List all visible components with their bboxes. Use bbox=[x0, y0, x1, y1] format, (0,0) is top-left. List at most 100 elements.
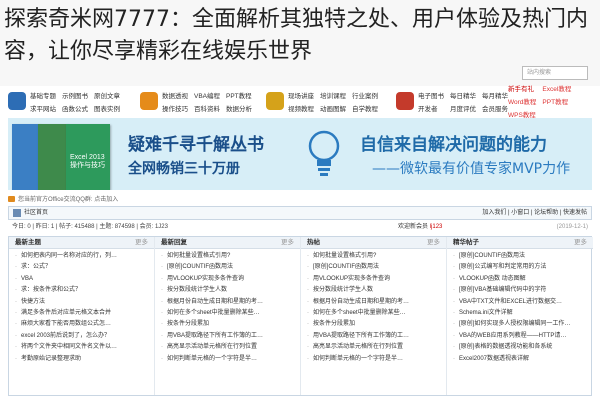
thread-link[interactable]: 求：公式？ bbox=[15, 262, 154, 273]
column-header: 最新回复 更多 bbox=[155, 237, 300, 249]
thread-link[interactable]: 按条件分段累加 bbox=[307, 319, 446, 330]
nav-link[interactable]: VBA编程 bbox=[194, 90, 220, 100]
promo-banner[interactable]: Excel 2013操作与技巧 疑难千寻千解丛书 全网畅销三十万册 自信来自解决… bbox=[8, 118, 592, 190]
nav-link[interactable]: 求平网站 bbox=[30, 103, 56, 113]
thread-link[interactable]: [原创]如何实现多人授权限编辑同一工作… bbox=[453, 319, 593, 330]
nav-link[interactable]: Word教程 bbox=[508, 96, 536, 106]
thread-link[interactable]: 用VBA提取路径下所有工作簿的工… bbox=[307, 331, 446, 342]
thread-link[interactable]: 考勤原始记录整理求助 bbox=[15, 354, 154, 365]
thread-link[interactable]: 用VBA提取路径下所有工作簿的工… bbox=[161, 331, 300, 342]
forum-stats: 今日: 0 | 昨日: 1 | 帖子: 415488 | 主题: 874598 … bbox=[8, 221, 592, 233]
thread-link[interactable]: 按分数段统计学生人数 bbox=[161, 285, 300, 296]
thread-link[interactable]: [原创]表格的数据透视功能和各系统 bbox=[453, 342, 593, 353]
thread-link[interactable]: 用VLOOKUP实现多条件查询 bbox=[307, 274, 446, 285]
thread-link[interactable]: 如何批量设置格式引用? bbox=[307, 251, 446, 262]
thread-link[interactable]: 根据月份自动生成日期和星期的考… bbox=[307, 297, 446, 308]
thread-link[interactable]: 用VLOOKUP实现多条件查询 bbox=[161, 274, 300, 285]
nav-link[interactable]: 示例图书 bbox=[62, 90, 88, 100]
thread-link[interactable]: 麻烦大家看下能否用数组公式怎… bbox=[15, 319, 154, 330]
thread-link[interactable]: 如何判断单元格的一个字符是半… bbox=[307, 354, 446, 365]
column-title: 精华帖子 bbox=[453, 239, 479, 246]
nav-link[interactable]: 行业案例 bbox=[352, 90, 378, 100]
nav-link[interactable]: 开发者 bbox=[418, 103, 444, 113]
thread-link[interactable]: [原创]COUNTIF函数用法 bbox=[307, 262, 446, 273]
thread-link[interactable]: VBA的WEB应用系列教程——HTTP请… bbox=[453, 331, 593, 342]
banner-tagline: ——微软最有价值专家MVP力作 bbox=[372, 161, 571, 177]
new-member: 欢迎新会员 lj123 bbox=[398, 221, 442, 233]
new-member-name[interactable]: lj123 bbox=[430, 224, 443, 230]
column-header: 精华帖子 更多 bbox=[447, 237, 593, 249]
column-title: 最新主题 bbox=[15, 239, 41, 246]
thread-link[interactable]: excel 2003前后说到了，怎么办？ bbox=[15, 331, 154, 342]
nav-link[interactable]: 自学教程 bbox=[352, 103, 378, 113]
nav-link[interactable]: 百科资料 bbox=[194, 103, 220, 113]
column-header: 热帖 更多 bbox=[301, 237, 446, 249]
more-link[interactable]: 更多 bbox=[281, 237, 294, 249]
thread-link[interactable]: 高亮显示活动单元格所在行列位置 bbox=[161, 342, 300, 353]
home-icon[interactable] bbox=[13, 209, 21, 217]
nav-link[interactable]: 动画图解 bbox=[320, 103, 346, 113]
nav-link[interactable]: 数据透视 bbox=[162, 90, 188, 100]
nav-group-4: 电子图书 每日精华 每月精华 开发者 月度评优 会员服务 bbox=[396, 88, 508, 114]
banner-title: 疑难千寻千解丛书 bbox=[128, 135, 264, 155]
featured-column: 精华帖子更多 [原创]COUNTIF函数用法 [原创]公式编写和判定常用的方法 … bbox=[447, 237, 593, 395]
nav-link[interactable]: 视频教程 bbox=[288, 103, 314, 113]
more-link[interactable]: 更多 bbox=[427, 237, 440, 249]
nav-link[interactable]: 操作技巧 bbox=[162, 103, 188, 113]
thread-link[interactable]: VLOOKUP函数 动态图解 bbox=[453, 274, 593, 285]
thread-link[interactable]: VBA中TXT文件和EXCEL进行数据交… bbox=[453, 297, 593, 308]
nav-link[interactable]: 每日精华 bbox=[450, 90, 476, 100]
nav-link[interactable]: 电子图书 bbox=[418, 90, 444, 100]
hot-threads-column: 热帖 更多 如何批量设置格式引用? [原创]COUNTIF函数用法 用VLOOKU… bbox=[301, 237, 447, 395]
more-link[interactable]: 更多 bbox=[574, 237, 587, 249]
nav-link[interactable]: 会员服务 bbox=[482, 103, 508, 113]
thread-link[interactable]: [原创]COUNTIF函数用法 bbox=[453, 251, 593, 262]
book-cover bbox=[12, 124, 40, 190]
thread-link[interactable]: [原创]COUNTIF函数用法 bbox=[161, 262, 300, 273]
nav-link[interactable]: Excel教程 bbox=[542, 83, 571, 93]
thread-link[interactable]: VBA bbox=[15, 274, 154, 285]
thread-link[interactable]: 如何在多个sheet中批量删除某些… bbox=[161, 308, 300, 319]
new-member-label: 欢迎新会员 bbox=[398, 224, 429, 230]
nav-link[interactable]: 现场讲座 bbox=[288, 90, 314, 100]
search-input[interactable]: 站内搜索 bbox=[522, 66, 588, 80]
stats-counts: 今日: 0 | 昨日: 1 | 帖子: 415488 | 主题: 874598 … bbox=[12, 224, 168, 230]
notice-text[interactable]: 您当前官方Office交流QQ群: 点击加入 bbox=[18, 197, 118, 203]
thread-link[interactable]: 如何判断单元格的一个字符是半… bbox=[161, 354, 300, 365]
thread-link[interactable]: 按条件分段累加 bbox=[161, 319, 300, 330]
thread-link[interactable]: Excel2007数据透视表详解 bbox=[453, 354, 593, 365]
nav-link[interactable]: 函数公式 bbox=[62, 103, 88, 113]
thread-link[interactable]: 根据月份自动生成日期和星期的考… bbox=[161, 297, 300, 308]
headline-overlay: 探索奇米网7777：全面解析其独特之处、用户体验及热门内容，让你尽享精彩在线娱乐… bbox=[4, 7, 588, 64]
thread-link[interactable]: 快捷方法 bbox=[15, 297, 154, 308]
thread-link[interactable]: 求：按条件求和公式？ bbox=[15, 285, 154, 296]
nav-link[interactable]: 图表实例 bbox=[94, 103, 120, 113]
nav-link[interactable]: PPT教程 bbox=[542, 96, 571, 106]
nav-link[interactable]: 每月精华 bbox=[482, 90, 508, 100]
thread-link[interactable]: 如何把表内同一名称对应的行，列… bbox=[15, 251, 154, 262]
thread-link[interactable]: Schema.ini文件详解 bbox=[453, 308, 593, 319]
thread-link[interactable]: [原创]公式编写和判定常用的方法 bbox=[453, 262, 593, 273]
thread-link[interactable]: [原创]VBA基础编辑代码中的字符 bbox=[453, 285, 593, 296]
thread-link[interactable]: 高亮显示活动单元格所在行列位置 bbox=[307, 342, 446, 353]
quick-links[interactable]: 加入我们 | 小窗口 | 论坛帮助 | 快速发帖 bbox=[482, 207, 587, 219]
nav-group-1: 基础专题 示例图书 原创文章 求平网站 函数公式 图表实例 bbox=[8, 88, 120, 114]
more-link[interactable]: 更多 bbox=[135, 237, 148, 249]
breadcrumb-home[interactable]: 社区首页 bbox=[24, 210, 48, 216]
speaker-icon bbox=[8, 196, 15, 203]
thread-link[interactable]: 如何在多个sheet中批量删除某些… bbox=[307, 308, 446, 319]
thread-link[interactable]: 满足多条件后对应单元格文本合并 bbox=[15, 308, 154, 319]
nav-link[interactable]: 新手有礼 bbox=[508, 83, 536, 93]
nav-link[interactable]: PPT教程 bbox=[226, 90, 252, 100]
nav-group-extra: 新手有礼 Excel教程 Word教程 PPT教程 WPS教程 bbox=[508, 86, 571, 119]
nav-link[interactable]: 数据分析 bbox=[226, 103, 252, 113]
nav-link[interactable]: 原创文章 bbox=[94, 90, 120, 100]
nav-link[interactable]: 月度评优 bbox=[450, 103, 476, 113]
nav-link[interactable]: 培训课程 bbox=[320, 90, 346, 100]
column-header: 最新主题 更多 bbox=[9, 237, 154, 249]
thread-link[interactable]: 如何批量设置格式引用? bbox=[161, 251, 300, 262]
thread-link[interactable]: 将两个文件夹中相同文件名文件以… bbox=[15, 342, 154, 353]
nav-group-2: 数据透视 VBA编程 PPT教程 操作技巧 百科资料 数据分析 bbox=[140, 88, 252, 114]
nav-link[interactable]: 基础专题 bbox=[30, 90, 56, 100]
thread-link[interactable]: 按分数段统计学生人数 bbox=[307, 285, 446, 296]
